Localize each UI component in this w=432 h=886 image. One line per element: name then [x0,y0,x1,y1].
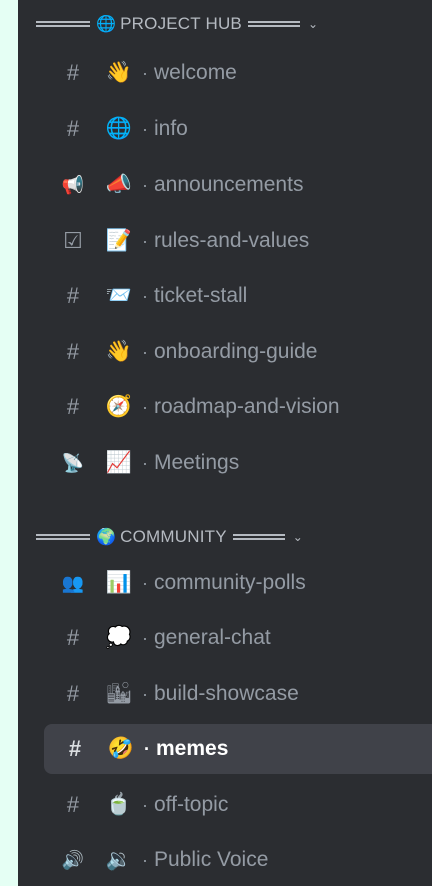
separator: · [142,683,148,704]
channel-name: community-polls [154,571,306,594]
channel-name: announcements [154,173,304,196]
channel-meetings[interactable]: 📡 📈 · Meetings [42,438,432,488]
channel-name: off-topic [154,793,229,816]
channel-name: info [154,117,188,140]
globe-icon: 🌐 [96,16,117,33]
forum-icon: 👥 [61,572,85,593]
rules-checkbox-icon: ☑ [63,228,83,253]
category-community[interactable]: 🌍 COMMUNITY ⌄ [36,513,432,561]
category-project-hub[interactable]: 🌐 PROJECT HUB ⌄ [36,0,432,48]
channel-name: Meetings [154,451,240,474]
envelope-emoji-icon: 📨 [105,284,133,307]
globe-emoji-icon: 🌐 [105,117,133,140]
channel-welcome[interactable]: # 👋 · welcome [42,48,432,98]
stage-icon: 📡 [61,452,85,473]
channel-community-polls[interactable]: 👥 📊 · community-polls [42,558,432,608]
tea-emoji-icon: 🍵 [105,793,133,816]
wave-emoji-icon: 👋 [105,61,133,84]
bar-chart-emoji-icon: 📊 [105,571,133,594]
hashtag-lock-icon: # [66,625,80,650]
separator: · [142,62,148,83]
separator: · [142,396,148,417]
separator: · [142,452,148,473]
thought-bubble-emoji-icon: 💭 [105,626,133,649]
separator: · [142,285,148,306]
memo-emoji-icon: 📝 [105,229,133,252]
hashtag-lock-icon: # [66,394,80,419]
separator: · [142,794,148,815]
channel-ticket-stall[interactable]: # 📨 · ticket-stall [42,271,432,321]
channel-rules-and-values[interactable]: ☑ 📝 · rules-and-values [42,216,432,266]
bell-emoji-icon: 📣 [105,173,133,196]
channel-info[interactable]: # 🌐 · info [42,104,432,154]
compass-emoji-icon: 🧭 [105,395,133,418]
hashtag-lock-icon: # [66,681,80,706]
chevron-down-icon[interactable]: ⌄ [293,530,303,544]
channel-build-showcase[interactable]: # 🏙 · build-showcase [42,669,432,719]
separator: · [142,572,148,593]
separator: · [142,230,148,251]
channel-off-topic[interactable]: # 🍵 · off-topic [42,780,432,830]
divider-left [36,21,90,27]
channel-announcements[interactable]: 📢 📣 · announcements [42,160,432,210]
channel-name: memes [156,737,229,760]
separator: · [142,341,148,362]
channel-memes[interactable]: # 🤣 · memes [44,724,432,774]
channel-name: build-showcase [154,682,299,705]
channel-name: general-chat [154,626,271,649]
channel-onboarding-guide[interactable]: # 👋 · onboarding-guide [42,327,432,377]
separator: · [142,849,148,870]
channel-name: onboarding-guide [154,340,318,363]
hashtag-lock-icon: # [66,116,80,141]
separator: · [142,174,148,195]
channel-general-chat[interactable]: # 💭 · general-chat [42,613,432,663]
hashtag-icon: # [66,60,80,85]
hashtag-lock-icon: # [68,736,82,761]
earth-icon: 🌍 [96,529,117,546]
megaphone-icon: 📢 [61,174,85,195]
chart-emoji-icon: 📈 [105,451,133,474]
divider-right [232,534,285,540]
category-label: COMMUNITY [120,527,227,546]
chevron-down-icon[interactable]: ⌄ [308,17,318,31]
channel-name: Public Voice [154,848,269,871]
channel-name: welcome [154,61,237,84]
category-label: PROJECT HUB [120,14,242,33]
speaker-icon: 🔊 [61,849,85,870]
channel-name: roadmap-and-vision [154,395,340,418]
separator: · [144,738,150,759]
divider-left [36,534,90,540]
channel-name: ticket-stall [154,284,248,307]
separator: · [142,627,148,648]
laughing-emoji-icon: 🤣 [107,737,135,760]
separator: · [142,118,148,139]
hashtag-lock-icon: # [66,283,80,308]
wave-emoji-icon: 👋 [105,340,133,363]
channel-sidebar: 🌐 PROJECT HUB ⌄ # 👋 · welcome # 🌐 · info… [18,0,432,886]
channel-public-voice[interactable]: 🔊 🔉 · Public Voice [42,835,432,885]
divider-right [247,21,300,27]
channel-name: rules-and-values [154,229,310,252]
hashtag-lock-icon: # [66,792,80,817]
volume-emoji-icon: 🔉 [105,848,133,871]
cityscape-emoji-icon: 🏙 [105,682,133,705]
channel-roadmap-and-vision[interactable]: # 🧭 · roadmap-and-vision [42,382,432,432]
hashtag-lock-icon: # [66,339,80,364]
